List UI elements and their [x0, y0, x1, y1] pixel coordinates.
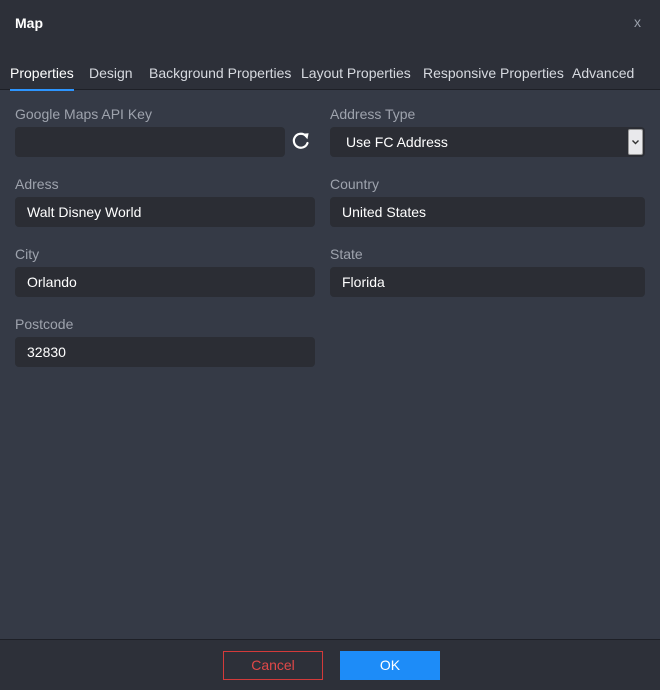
- cancel-button[interactable]: Cancel: [223, 651, 323, 680]
- dialog-title: Map: [15, 15, 43, 31]
- dialog-header: Map x: [0, 0, 660, 48]
- tab-design[interactable]: Design: [89, 65, 133, 89]
- postcode-input[interactable]: 32830: [15, 337, 315, 367]
- city-label: City: [15, 246, 40, 262]
- address-label: Adress: [15, 176, 59, 192]
- select-arrow[interactable]: [628, 129, 643, 155]
- tab-layout-properties[interactable]: Layout Properties: [301, 65, 411, 89]
- state-label: State: [330, 246, 363, 262]
- state-input[interactable]: Florida: [330, 267, 645, 297]
- dialog-footer: Cancel OK: [0, 639, 660, 690]
- api-key-input[interactable]: [15, 127, 285, 157]
- tab-responsive-properties[interactable]: Responsive Properties: [423, 65, 564, 89]
- address-type-value: Use FC Address: [346, 134, 448, 150]
- close-button[interactable]: x: [634, 14, 641, 30]
- country-label: Country: [330, 176, 380, 192]
- tab-advanced[interactable]: Advanced: [572, 65, 634, 89]
- city-input[interactable]: Orlando: [15, 267, 315, 297]
- country-input[interactable]: United States: [330, 197, 645, 227]
- tab-background-properties[interactable]: Background Properties: [149, 65, 291, 89]
- tab-bar: Properties Design Background Properties …: [0, 48, 660, 91]
- postcode-label: Postcode: [15, 316, 74, 332]
- address-input[interactable]: Walt Disney World: [15, 197, 315, 227]
- ok-button[interactable]: OK: [340, 651, 440, 680]
- refresh-icon[interactable]: [290, 130, 312, 152]
- address-type-label: Address Type: [330, 106, 416, 122]
- chevron-down-icon: [632, 140, 639, 145]
- address-type-select[interactable]: Use FC Address: [330, 127, 645, 157]
- tab-properties[interactable]: Properties: [10, 65, 74, 91]
- api-key-label: Google Maps API Key: [15, 106, 152, 122]
